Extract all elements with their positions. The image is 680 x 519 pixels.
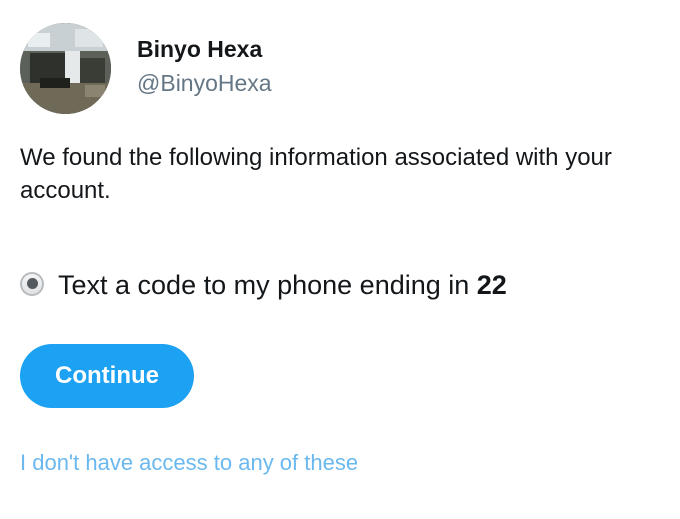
user-handle: @BinyoHexa bbox=[137, 70, 272, 96]
phone-option-text: Text a code to my phone ending in bbox=[58, 270, 477, 300]
phone-option-label: Text a code to my phone ending in 22 bbox=[58, 270, 507, 301]
avatar bbox=[20, 23, 111, 114]
account-verification-page: Binyo Hexa @BinyoHexa We found the follo… bbox=[0, 0, 680, 519]
continue-button[interactable]: Continue bbox=[20, 344, 194, 408]
radio-selected-dot bbox=[26, 278, 38, 289]
no-access-link[interactable]: I don't have access to any of these bbox=[20, 450, 358, 476]
user-name: Binyo Hexa bbox=[137, 36, 263, 62]
phone-suffix: 22 bbox=[476, 270, 507, 300]
phone-option[interactable]: Text a code to my phone ending in 22 bbox=[20, 270, 507, 301]
phone-option-radio[interactable] bbox=[20, 271, 44, 296]
info-text: We found the following information assoc… bbox=[20, 144, 612, 204]
